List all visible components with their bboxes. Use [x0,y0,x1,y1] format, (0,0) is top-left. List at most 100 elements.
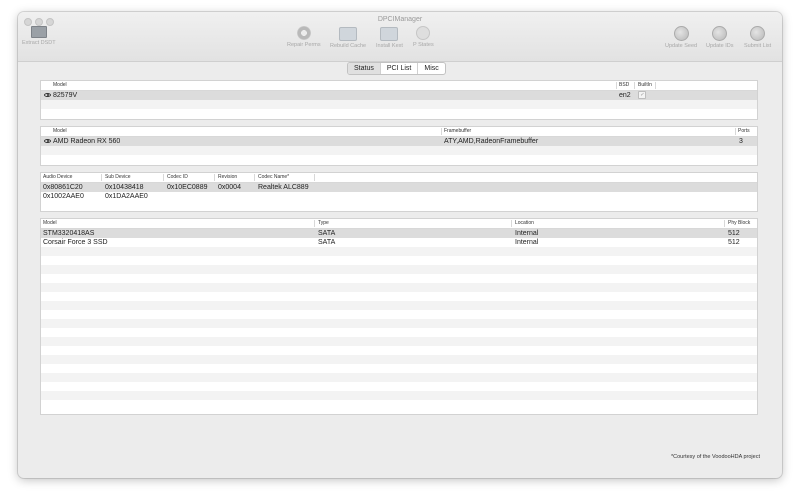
column-header-model[interactable]: Model [43,220,57,226]
rebuild-cache-label: Rebuild Cache [330,43,367,49]
submit-list-label: Submit List [744,43,772,49]
column-header-ports[interactable]: Ports [738,128,750,134]
circle-icon [416,26,431,40]
table-row-empty [41,346,757,355]
column-header-framebuffer[interactable]: Framebuffer [444,128,471,134]
footer-note: *Courtesy of the VoodooHDA project [671,454,760,460]
table-row-empty [41,364,757,373]
gpu-table: Model Framebuffer Ports AMD Radeon RX 56… [40,126,758,166]
column-header-revision[interactable]: Revision [218,174,237,180]
monitor-icon [30,26,47,38]
cell-codec-name: Realtek ALC889 [258,184,309,191]
tab-pci-list[interactable]: PCI List [381,63,419,74]
cell-sub-device: 0x10438418 [105,184,144,191]
network-table: Model BSD BuiltIn 82579V en2 ✓ [40,80,758,120]
box-icon [339,27,358,41]
column-header-sub-device[interactable]: Sub Device [105,174,131,180]
cell-sub-device: 0x1DA2AAE0 [105,193,148,200]
submit-list-button[interactable]: Submit List [744,26,771,49]
update-ids-label: Update IDs [706,43,734,49]
column-header-type[interactable]: Type [318,220,329,226]
repair-perms-label: Repair Perms [287,42,321,48]
cell-codec-id: 0x10EC0889 [167,184,208,191]
table-row-empty [41,382,757,391]
extract-dsdt-label: Extract DSDT [22,40,56,46]
table-row-empty [41,274,757,283]
window-title: DPCIManager [377,16,423,23]
column-header-bsd[interactable]: BSD [619,82,629,88]
eye-icon[interactable] [44,137,51,146]
column-header-builtin[interactable]: BuiltIn [638,82,652,88]
table-row-empty [41,265,757,274]
cell-revision: 0x0004 [218,184,241,191]
table-row-empty [41,373,757,382]
toolbar: DPCIManager Extract DSDT Repair Perms Re… [18,12,782,62]
table-header: Model BSD BuiltIn [41,81,757,91]
install-kext-button[interactable]: Install Kext [376,26,403,49]
table-row-empty [41,391,757,400]
column-header-phy-block[interactable]: Phy Block [728,220,750,226]
builtin-checkbox[interactable]: ✓ [638,90,646,100]
table-row-empty [41,400,757,409]
cell-model: 82579V [53,92,78,99]
install-kext-label: Install Kext [376,43,403,49]
repair-perms-button[interactable]: Repair Perms [287,26,321,48]
table-header: Model Framebuffer Ports [41,127,757,137]
cell-model: STM3320418AS [43,230,95,237]
table-row[interactable]: STM3320418AS SATA Internal 512 [41,229,757,238]
p-states-label: P States [413,42,434,48]
table-row[interactable]: Corsair Force 3 SSD SATA Internal 512 [41,238,757,247]
tab-misc[interactable]: Misc [418,63,444,74]
app-window: DPCIManager Extract DSDT Repair Perms Re… [18,12,782,478]
table-row[interactable]: 0x80861C20 0x10438418 0x10EC0889 0x0004 … [41,183,757,192]
table-row-empty [41,328,757,337]
eye-icon[interactable] [44,91,51,100]
update-seed-button[interactable]: Update Seed [665,26,697,49]
update-seed-label: Update Seed [665,43,698,49]
cell-ports: 3 [739,138,743,145]
table-row-empty [41,146,757,155]
table-header: Audio Device Sub Device Codec ID Revisio… [41,173,757,183]
table-row-empty [41,247,757,256]
globe-icon [712,26,728,41]
box-icon [380,27,399,41]
cell-audio-device: 0x80861C20 [43,184,83,191]
tab-switcher: Status PCI List Misc [347,62,446,75]
cell-location: Internal [515,230,539,237]
table-row[interactable]: AMD Radeon RX 560 ATY,AMD,RadeonFramebuf… [41,137,757,146]
cell-bsd: en2 [619,92,631,99]
table-row-empty [41,355,757,364]
cell-model: Corsair Force 3 SSD [43,239,108,246]
globe-icon [750,26,766,41]
audio-table: Audio Device Sub Device Codec ID Revisio… [40,172,758,212]
cell-type: SATA [318,230,336,237]
rebuild-cache-button[interactable]: Rebuild Cache [330,26,366,49]
table-row[interactable]: 82579V en2 ✓ [41,90,757,100]
extract-dsdt-button[interactable]: Extract DSDT [22,26,56,46]
cell-phy-block: 512 [728,230,740,237]
table-row-empty [41,301,757,310]
p-states-button[interactable]: P States [413,26,434,48]
table-header: Model Type Location Phy Block [41,219,757,229]
update-ids-button[interactable]: Update IDs [706,26,734,49]
column-header-codec-id[interactable]: Codec ID [167,174,188,180]
column-header-audio-device[interactable]: Audio Device [43,174,72,180]
table-row[interactable]: 0x1002AAE0 0x1DA2AAE0 [41,192,757,201]
tab-status[interactable]: Status [348,63,381,74]
cell-type: SATA [318,239,336,246]
column-header-model[interactable]: Model [53,128,67,134]
column-header-location[interactable]: Location [515,220,534,226]
cell-framebuffer: ATY,AMD,RadeonFramebuffer [444,138,539,145]
table-row-empty [41,310,757,319]
column-header-codec-name[interactable]: Codec Name* [258,174,289,180]
gear-icon [296,26,311,40]
globe-icon [673,26,689,41]
table-row-empty [41,337,757,346]
cell-model: AMD Radeon RX 560 [53,138,121,145]
table-row-empty [41,100,757,109]
table-row-empty [41,292,757,301]
column-header-model[interactable]: Model [53,82,67,88]
cell-audio-device: 0x1002AAE0 [43,193,84,200]
table-row-empty [41,319,757,328]
table-row-empty [41,256,757,265]
